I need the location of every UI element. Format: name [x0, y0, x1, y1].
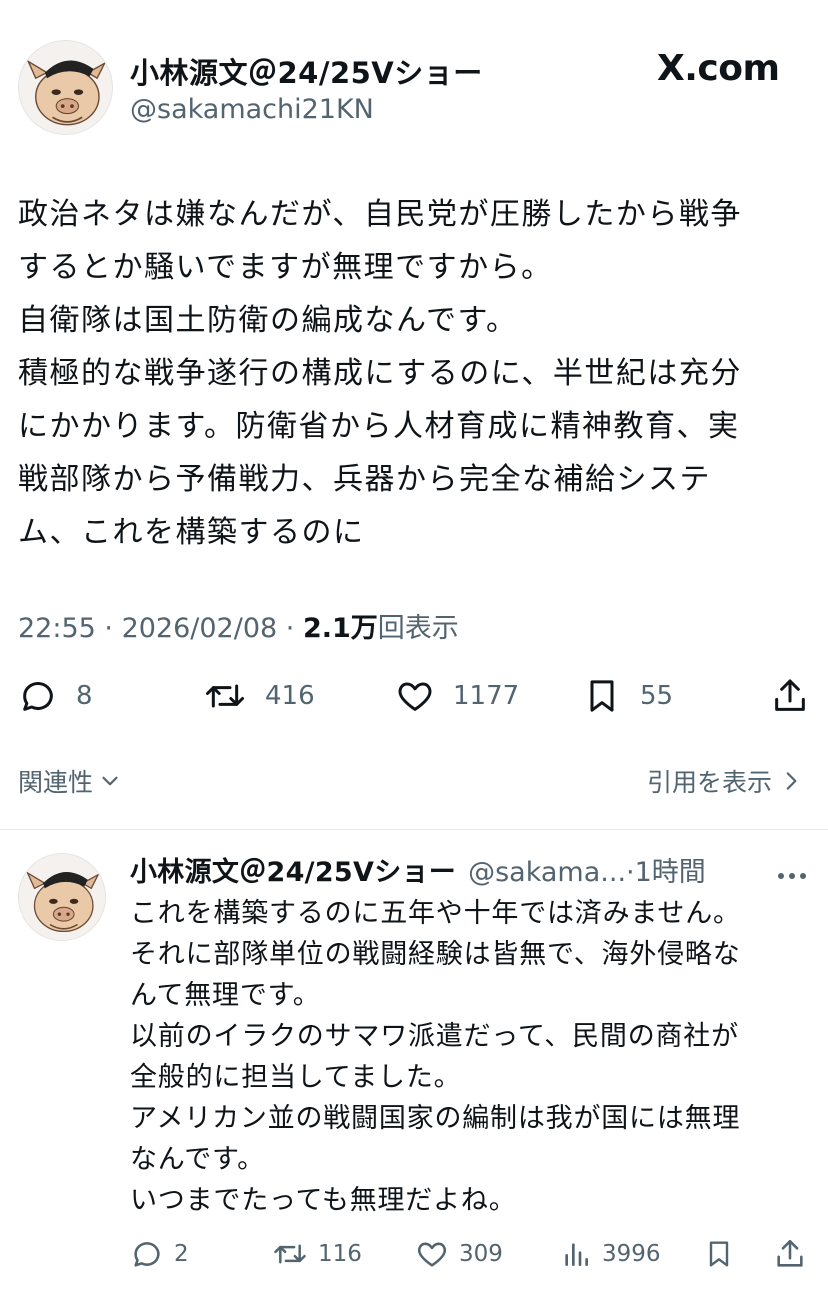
- reply-bookmark-button[interactable]: [703, 1237, 735, 1271]
- heart-icon: [398, 682, 432, 711]
- tweet-body-line: にかかります。防衛省から人材育成に精神教育、実: [18, 409, 740, 444]
- reply-count: 8: [76, 681, 93, 711]
- like-button[interactable]: 1177: [395, 676, 519, 716]
- share-icon: [777, 1239, 803, 1267]
- reply-header: 小林源文＠24/25Vショー @sakama...·1時間: [130, 850, 706, 889]
- reply-body: これを構築するのに五年や十年では済みません。 それに部隊単位の戦闘経験は皆無で、…: [130, 893, 810, 1221]
- like-count: 1177: [453, 681, 520, 711]
- reply-view-count: 3996: [602, 1241, 661, 1267]
- reply-like-button[interactable]: 309: [415, 1237, 503, 1271]
- bookmark-icon: [709, 1241, 729, 1267]
- tweet-body-line: するとか騒いでますが無理ですから。: [18, 250, 553, 285]
- view-quotes-label: 引用を表示: [646, 768, 772, 797]
- chevron-right-icon: [786, 772, 797, 790]
- tweet-time[interactable]: 22:55: [18, 613, 96, 644]
- view-count: 2.1万: [302, 613, 378, 644]
- reply-body-line: アメリカン並の戦闘国家の編制は我が国には無理: [130, 1103, 741, 1134]
- tweet-body-line: 自衛隊は国土防衛の編成なんです。: [18, 303, 518, 338]
- reply-author-name[interactable]: 小林源文＠24/25Vショー: [130, 850, 456, 889]
- heart-icon: [418, 1242, 446, 1267]
- reply-icon: [23, 682, 53, 711]
- repost-icon: [206, 684, 244, 708]
- reply-icon: [134, 1242, 160, 1267]
- reply-like-count: 309: [459, 1241, 503, 1267]
- tweet-body-line: 戦部隊から予備戦力、兵器から完全な補給システ: [18, 462, 711, 497]
- reply-handle-time[interactable]: @sakama...·1時間: [468, 850, 706, 889]
- author-display-name[interactable]: 小林源文＠24/25Vショー: [130, 50, 483, 92]
- reply-body-line: 全般的に担当してました。: [130, 1062, 462, 1093]
- divider: [0, 829, 828, 830]
- reply-reply-count: 2: [174, 1241, 189, 1267]
- view-count-label: 回表示: [377, 613, 459, 644]
- repost-count: 416: [265, 681, 315, 711]
- reply-views-button[interactable]: 3996: [560, 1237, 661, 1271]
- bookmark-count: 55: [640, 681, 674, 711]
- reply-repost-count: 116: [318, 1241, 362, 1267]
- sort-relevance-dropdown[interactable]: 関連性: [18, 763, 123, 799]
- more-options-button[interactable]: [776, 866, 808, 885]
- tweet-body-line: 政治ネタは嫌なんだが、自民党が圧勝したから戦争: [18, 197, 742, 232]
- reply-author-avatar[interactable]: [18, 853, 106, 941]
- reply-reply-button[interactable]: 2: [130, 1237, 189, 1271]
- author-handle[interactable]: @sakamachi21KN: [130, 94, 374, 125]
- share-button[interactable]: [770, 676, 810, 716]
- reply-body-line: 以前のイラクのサマワ派遣だって、民間の商社が: [130, 1021, 739, 1052]
- tweet-body-line: 積極的な戦争遂行の構成にするのに、半世紀は充分: [18, 356, 742, 391]
- views-bar-chart-icon: [565, 1243, 588, 1266]
- bookmark-button[interactable]: 55: [582, 676, 673, 716]
- reply-body-line: なんです。: [130, 1144, 265, 1175]
- tweet-body: 政治ネタは嫌なんだが、自民党が圧勝したから戦争 するとか騒いでますが無理ですから…: [18, 188, 813, 559]
- x-logo: X.com: [657, 48, 780, 89]
- repost-icon: [274, 1244, 306, 1264]
- pig-with-beret-avatar-icon: [19, 854, 105, 940]
- reply-repost-button[interactable]: 116: [272, 1237, 362, 1271]
- repost-button[interactable]: 416: [203, 676, 315, 716]
- reply-button[interactable]: 8: [18, 676, 93, 716]
- more-dots-icon: [778, 873, 806, 879]
- sort-label: 関連性: [18, 768, 94, 797]
- share-icon: [775, 679, 805, 711]
- reply-body-line: これを構築するのに五年や十年では済みません。: [130, 898, 741, 929]
- tweet-metadata: 22:55 · 2026/02/08 · 2.1万回表示: [18, 613, 459, 644]
- reply-share-button[interactable]: [773, 1237, 807, 1271]
- view-quotes-link[interactable]: 引用を表示: [647, 763, 804, 799]
- pig-with-beret-avatar-icon: [19, 41, 112, 134]
- reply-body-line: それに部隊単位の戦闘経験は皆無で、海外侵略な: [130, 939, 741, 970]
- tweet-body-line: ム、これを構築するのに: [18, 515, 365, 550]
- tweet-date[interactable]: 2026/02/08: [122, 613, 278, 644]
- bookmark-icon: [590, 680, 614, 712]
- reply-body-line: んて無理です。: [130, 980, 321, 1011]
- reply-body-line: いつまでたっても無理だよね。: [130, 1185, 517, 1216]
- author-avatar[interactable]: [18, 40, 113, 135]
- chevron-down-icon: [102, 776, 118, 786]
